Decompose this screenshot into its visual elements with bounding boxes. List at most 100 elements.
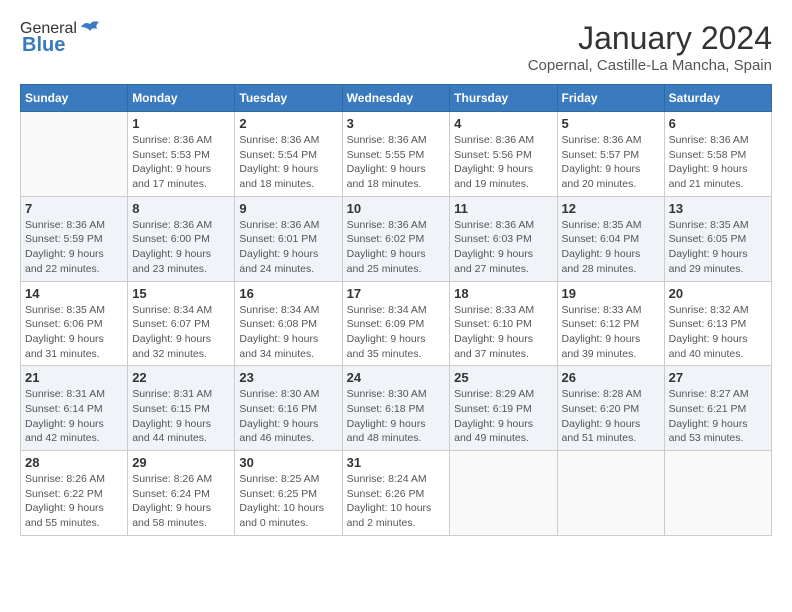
day-number: 2	[239, 116, 337, 131]
title-block: January 2024 Copernal, Castille-La Manch…	[528, 20, 772, 74]
calendar-cell	[557, 451, 664, 536]
day-info: Sunrise: 8:36 AM Sunset: 6:01 PM Dayligh…	[239, 218, 337, 277]
day-info: Sunrise: 8:36 AM Sunset: 5:57 PM Dayligh…	[562, 133, 660, 192]
day-number: 13	[669, 201, 767, 216]
day-header-wednesday: Wednesday	[342, 85, 450, 112]
calendar-cell: 2 Sunrise: 8:36 AM Sunset: 5:54 PM Daylig…	[235, 112, 342, 197]
day-info: Sunrise: 8:31 AM Sunset: 6:15 PM Dayligh…	[132, 387, 230, 446]
calendar-header-row: SundayMondayTuesdayWednesdayThursdayFrid…	[21, 85, 772, 112]
day-number: 7	[25, 201, 123, 216]
day-info: Sunrise: 8:28 AM Sunset: 6:20 PM Dayligh…	[562, 387, 660, 446]
day-number: 16	[239, 286, 337, 301]
day-info: Sunrise: 8:36 AM Sunset: 6:00 PM Dayligh…	[132, 218, 230, 277]
calendar-week-row: 28Sunrise: 8:26 AM Sunset: 6:22 PM Dayli…	[21, 451, 772, 536]
calendar-cell: 24Sunrise: 8:30 AM Sunset: 6:18 PM Dayli…	[342, 366, 450, 451]
calendar-cell: 22 Sunrise: 8:31 AM Sunset: 6:15 PM Dayli…	[128, 366, 235, 451]
calendar-cell: 18Sunrise: 8:33 AM Sunset: 6:10 PM Dayli…	[450, 281, 557, 366]
day-number: 25	[454, 370, 552, 385]
day-number: 9	[239, 201, 337, 216]
day-number: 29	[132, 455, 230, 470]
day-header-thursday: Thursday	[450, 85, 557, 112]
day-info: Sunrise: 8:29 AM Sunset: 6:19 PM Dayligh…	[454, 387, 552, 446]
calendar-cell: 28Sunrise: 8:26 AM Sunset: 6:22 PM Dayli…	[21, 451, 128, 536]
logo: General Blue	[20, 20, 101, 57]
day-info: Sunrise: 8:25 AM Sunset: 6:25 PM Dayligh…	[239, 472, 337, 531]
day-info: Sunrise: 8:31 AM Sunset: 6:14 PM Dayligh…	[25, 387, 123, 446]
day-info: Sunrise: 8:33 AM Sunset: 6:10 PM Dayligh…	[454, 303, 552, 362]
logo-bird-icon	[79, 19, 101, 35]
day-info: Sunrise: 8:34 AM Sunset: 6:09 PM Dayligh…	[347, 303, 446, 362]
day-info: Sunrise: 8:36 AM Sunset: 5:58 PM Dayligh…	[669, 133, 767, 192]
day-number: 8	[132, 201, 230, 216]
day-number: 21	[25, 370, 123, 385]
day-number: 23	[239, 370, 337, 385]
calendar-cell: 20Sunrise: 8:32 AM Sunset: 6:13 PM Dayli…	[664, 281, 771, 366]
day-number: 11	[454, 201, 552, 216]
calendar-cell	[664, 451, 771, 536]
day-info: Sunrise: 8:26 AM Sunset: 6:24 PM Dayligh…	[132, 472, 230, 531]
calendar-cell: 4 Sunrise: 8:36 AM Sunset: 5:56 PM Daylig…	[450, 112, 557, 197]
calendar-cell: 7Sunrise: 8:36 AM Sunset: 5:59 PM Daylig…	[21, 196, 128, 281]
calendar-cell: 10 Sunrise: 8:36 AM Sunset: 6:02 PM Dayli…	[342, 196, 450, 281]
calendar-cell: 31 Sunrise: 8:24 AM Sunset: 6:26 PM Dayli…	[342, 451, 450, 536]
calendar-cell: 13 Sunrise: 8:35 AM Sunset: 6:05 PM Dayli…	[664, 196, 771, 281]
month-title: January 2024	[528, 20, 772, 57]
day-info: Sunrise: 8:34 AM Sunset: 6:07 PM Dayligh…	[132, 303, 230, 362]
day-info: Sunrise: 8:30 AM Sunset: 6:18 PM Dayligh…	[347, 387, 446, 446]
day-info: Sunrise: 8:34 AM Sunset: 6:08 PM Dayligh…	[239, 303, 337, 362]
day-header-friday: Friday	[557, 85, 664, 112]
calendar-cell: 8 Sunrise: 8:36 AM Sunset: 6:00 PM Daylig…	[128, 196, 235, 281]
calendar-cell: 25 Sunrise: 8:29 AM Sunset: 6:19 PM Dayli…	[450, 366, 557, 451]
day-header-saturday: Saturday	[664, 85, 771, 112]
day-info: Sunrise: 8:36 AM Sunset: 6:02 PM Dayligh…	[347, 218, 446, 277]
day-info: Sunrise: 8:36 AM Sunset: 5:54 PM Dayligh…	[239, 133, 337, 192]
day-number: 6	[669, 116, 767, 131]
day-info: Sunrise: 8:24 AM Sunset: 6:26 PM Dayligh…	[347, 472, 446, 531]
calendar-cell: 9 Sunrise: 8:36 AM Sunset: 6:01 PM Daylig…	[235, 196, 342, 281]
calendar-cell: 17 Sunrise: 8:34 AM Sunset: 6:09 PM Dayli…	[342, 281, 450, 366]
calendar-cell: 1 Sunrise: 8:36 AM Sunset: 5:53 PM Daylig…	[128, 112, 235, 197]
day-number: 3	[347, 116, 446, 131]
day-info: Sunrise: 8:35 AM Sunset: 6:06 PM Dayligh…	[25, 303, 123, 362]
day-number: 27	[669, 370, 767, 385]
day-header-sunday: Sunday	[21, 85, 128, 112]
calendar-cell: 16 Sunrise: 8:34 AM Sunset: 6:08 PM Dayli…	[235, 281, 342, 366]
calendar-cell: 27Sunrise: 8:27 AM Sunset: 6:21 PM Dayli…	[664, 366, 771, 451]
day-number: 15	[132, 286, 230, 301]
day-number: 22	[132, 370, 230, 385]
calendar-cell	[21, 112, 128, 197]
calendar-week-row: 1 Sunrise: 8:36 AM Sunset: 5:53 PM Daylig…	[21, 112, 772, 197]
day-number: 4	[454, 116, 552, 131]
day-number: 20	[669, 286, 767, 301]
calendar-cell: 6 Sunrise: 8:36 AM Sunset: 5:58 PM Daylig…	[664, 112, 771, 197]
calendar-cell: 12Sunrise: 8:35 AM Sunset: 6:04 PM Dayli…	[557, 196, 664, 281]
day-info: Sunrise: 8:36 AM Sunset: 5:55 PM Dayligh…	[347, 133, 446, 192]
calendar-cell: 29 Sunrise: 8:26 AM Sunset: 6:24 PM Dayli…	[128, 451, 235, 536]
day-number: 30	[239, 455, 337, 470]
day-info: Sunrise: 8:36 AM Sunset: 5:56 PM Dayligh…	[454, 133, 552, 192]
day-number: 1	[132, 116, 230, 131]
calendar-cell: 21 Sunrise: 8:31 AM Sunset: 6:14 PM Dayli…	[21, 366, 128, 451]
day-info: Sunrise: 8:36 AM Sunset: 6:03 PM Dayligh…	[454, 218, 552, 277]
day-number: 10	[347, 201, 446, 216]
day-info: Sunrise: 8:26 AM Sunset: 6:22 PM Dayligh…	[25, 472, 123, 531]
calendar-cell: 30 Sunrise: 8:25 AM Sunset: 6:25 PM Dayli…	[235, 451, 342, 536]
day-info: Sunrise: 8:35 AM Sunset: 6:04 PM Dayligh…	[562, 218, 660, 277]
location: Copernal, Castille-La Mancha, Spain	[528, 57, 772, 74]
logo-blue: Blue	[22, 34, 65, 57]
day-info: Sunrise: 8:35 AM Sunset: 6:05 PM Dayligh…	[669, 218, 767, 277]
calendar-cell: 19Sunrise: 8:33 AM Sunset: 6:12 PM Dayli…	[557, 281, 664, 366]
day-number: 5	[562, 116, 660, 131]
calendar-cell: 11 Sunrise: 8:36 AM Sunset: 6:03 PM Dayli…	[450, 196, 557, 281]
calendar-cell: 3 Sunrise: 8:36 AM Sunset: 5:55 PM Daylig…	[342, 112, 450, 197]
day-number: 26	[562, 370, 660, 385]
day-info: Sunrise: 8:36 AM Sunset: 5:53 PM Dayligh…	[132, 133, 230, 192]
day-info: Sunrise: 8:33 AM Sunset: 6:12 PM Dayligh…	[562, 303, 660, 362]
day-number: 31	[347, 455, 446, 470]
page-header: General Blue January 2024 Copernal, Cast…	[20, 20, 772, 74]
calendar-table: SundayMondayTuesdayWednesdayThursdayFrid…	[20, 84, 772, 536]
day-header-monday: Monday	[128, 85, 235, 112]
calendar-week-row: 7Sunrise: 8:36 AM Sunset: 5:59 PM Daylig…	[21, 196, 772, 281]
day-number: 17	[347, 286, 446, 301]
calendar-cell: 23Sunrise: 8:30 AM Sunset: 6:16 PM Dayli…	[235, 366, 342, 451]
